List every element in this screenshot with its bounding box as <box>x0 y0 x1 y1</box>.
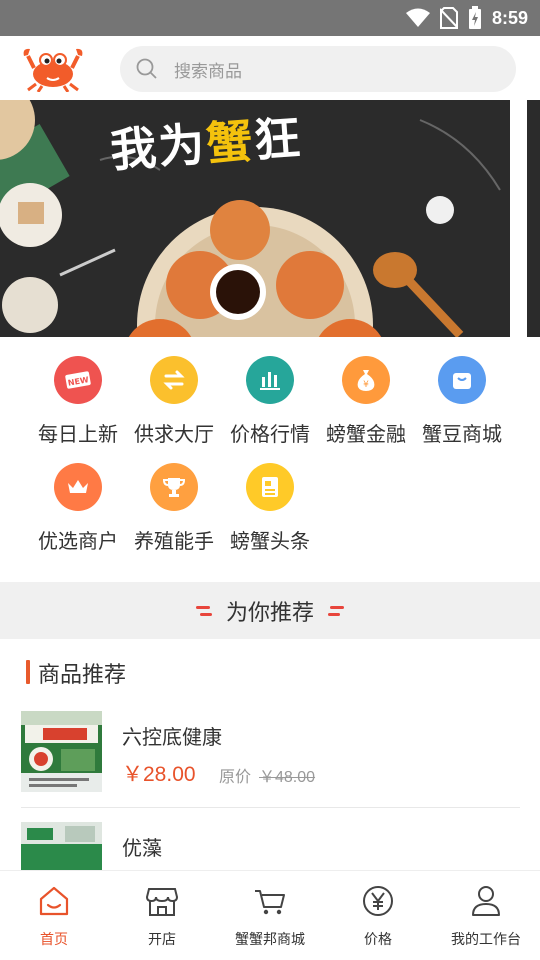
quick-item-label: 优选商户 <box>38 529 118 553</box>
quick-item-crab-finance[interactable]: ¥ 螃蟹金融 <box>318 356 414 447</box>
status-icons: 8:59 <box>405 0 528 36</box>
svg-text:¥: ¥ <box>363 380 369 390</box>
recommend-title: 为你推荐 <box>225 600 314 626</box>
quick-item-daily-new[interactable]: NEW 每日上新 <box>30 356 126 447</box>
banner-slide[interactable]: 我为蟹狂 <box>0 100 510 337</box>
quick-item-preferred-merchant[interactable]: 优选商户 <box>30 463 126 554</box>
product-package-illustration <box>21 711 102 792</box>
battery-charging-icon <box>468 6 481 29</box>
tab-my-workbench[interactable]: 我的工作台 <box>432 883 540 949</box>
search-placeholder: 搜索商品 <box>174 61 242 82</box>
product-section-header: 商品推荐 <box>0 639 540 705</box>
product-original-price-label: 原价 <box>219 767 252 786</box>
product-item[interactable]: 六控底健康 ￥28.00 原价 ￥48.00 <box>0 705 540 810</box>
quick-item-label: 螃蟹金融 <box>326 422 406 446</box>
quick-item-label: 蟹豆商城 <box>422 422 502 446</box>
tab-label: 开店 <box>148 932 176 948</box>
section-title: 商品推荐 <box>38 663 127 688</box>
user-icon <box>472 886 500 916</box>
header: 搜索商品 <box>0 36 540 100</box>
tab-open-store[interactable]: 开店 <box>108 883 216 949</box>
quick-item-breeding-expert[interactable]: 养殖能手 <box>126 463 222 554</box>
bar-chart-icon <box>246 356 294 404</box>
product-package-illustration <box>21 822 102 870</box>
tab-price[interactable]: 价格 <box>324 883 432 949</box>
banner-carousel[interactable]: 我为蟹狂 <box>0 100 540 337</box>
tab-label: 价格 <box>364 932 392 948</box>
news-icon <box>246 463 294 511</box>
banner-title-left: 我为 <box>108 117 209 178</box>
tab-home[interactable]: 首页 <box>0 883 108 949</box>
product-image[interactable] <box>21 822 102 870</box>
trophy-icon <box>150 463 198 511</box>
banner-title: 我为蟹狂 <box>108 101 304 180</box>
new-icon: NEW <box>54 356 102 404</box>
home-icon <box>39 886 69 916</box>
quick-item-label: 每日上新 <box>38 422 118 446</box>
quick-item-label: 螃蟹头条 <box>230 529 310 553</box>
quick-item-label: 价格行情 <box>230 422 310 446</box>
search-icon <box>136 58 157 79</box>
wifi-icon <box>405 8 430 27</box>
quick-item-label: 供求大厅 <box>134 422 214 446</box>
section-accent-bar <box>26 660 30 684</box>
recommend-header: 为你推荐 <box>0 582 540 639</box>
yuan-icon <box>363 886 393 916</box>
search-bar[interactable]: 搜索商品 <box>120 46 516 92</box>
product-name: 六控底健康 <box>122 725 222 749</box>
quick-item-crab-bean-mall[interactable]: 蟹豆商城 <box>414 356 510 447</box>
tab-mall[interactable]: 蟹蟹邦商城 <box>216 883 324 949</box>
exchange-icon <box>150 356 198 404</box>
tab-label: 蟹蟹邦商城 <box>235 932 305 948</box>
shopping-bag-icon <box>438 356 486 404</box>
clock: 8:59 <box>491 7 528 28</box>
bottom-tab-bar: 首页 开店 蟹蟹邦商城 价格 我的工作台 <box>0 870 540 960</box>
banner-title-highlight: 蟹 <box>204 113 256 171</box>
product-original-price: ￥48.00 <box>259 769 316 786</box>
recommend-deco-left <box>194 604 212 618</box>
no-sim-icon <box>439 7 458 29</box>
product-price: ￥28.00 <box>122 763 196 786</box>
cart-icon <box>255 890 285 915</box>
status-bar: 8:59 <box>0 0 540 36</box>
money-bag-icon: ¥ <box>342 356 390 404</box>
banner-title-right: 狂 <box>252 110 304 168</box>
product-name: 优藻 <box>122 836 162 860</box>
tab-label: 我的工作台 <box>451 932 521 948</box>
product-item[interactable]: 优藻 <box>0 810 540 870</box>
recommend-deco-right <box>328 604 346 618</box>
crab-logo[interactable] <box>20 46 86 92</box>
quick-item-supply-demand[interactable]: 供求大厅 <box>126 356 222 447</box>
store-icon <box>145 888 179 916</box>
divider <box>21 807 520 808</box>
product-image[interactable] <box>21 711 102 792</box>
quick-menu: NEW 每日上新 供求大厅 价格行情 ¥ 螃蟹金融 蟹豆商城 优选商户 养殖能手… <box>0 337 540 582</box>
crown-icon <box>54 463 102 511</box>
quick-item-label: 养殖能手 <box>134 529 214 553</box>
quick-item-price-trend[interactable]: 价格行情 <box>222 356 318 447</box>
quick-item-crab-headlines[interactable]: 螃蟹头条 <box>222 463 318 554</box>
tab-label: 首页 <box>40 932 68 948</box>
banner-next-slide-peek[interactable] <box>527 100 540 337</box>
